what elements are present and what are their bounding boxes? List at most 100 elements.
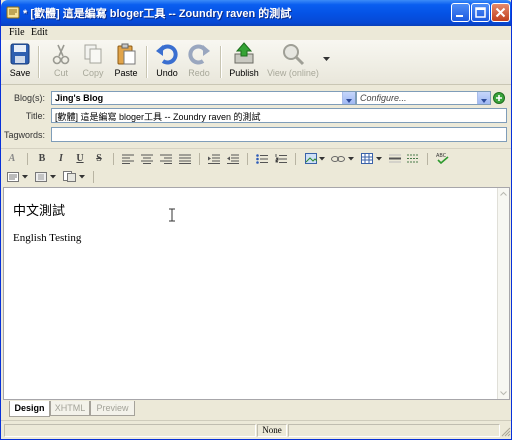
minimize-button[interactable] [451, 3, 470, 22]
save-label: Save [9, 68, 31, 78]
paste-label: Paste [114, 68, 138, 78]
configure-select-value: Configure... [360, 93, 407, 103]
align-center-icon[interactable] [141, 154, 153, 164]
editor-area[interactable]: 中文測試 English Testing [3, 187, 510, 400]
font-icon[interactable]: A [4, 152, 20, 166]
horizontal-rule-icon[interactable] [389, 154, 401, 163]
more-break-icon[interactable] [407, 154, 419, 163]
chevron-down-icon[interactable] [50, 175, 56, 179]
publish-button[interactable]: Publish [227, 42, 261, 82]
insert-link-icon[interactable] [331, 153, 345, 164]
undo-button[interactable]: Undo [150, 42, 184, 82]
insert-image-icon[interactable] [305, 153, 317, 164]
title-label: Title: [25, 111, 45, 121]
status-cell-main [4, 424, 256, 437]
chevron-down-icon[interactable] [348, 157, 354, 161]
blog-select[interactable]: Jing's Blog [51, 91, 356, 105]
format-divider [199, 153, 200, 165]
maximize-icon [475, 7, 486, 18]
paragraph-style-icon[interactable] [7, 172, 19, 182]
scroll-up-icon[interactable] [499, 189, 508, 199]
text-cursor-icon [169, 208, 175, 222]
insert-special-icon[interactable] [63, 171, 76, 182]
app-icon [6, 6, 20, 19]
block-format-icon[interactable] [35, 172, 47, 182]
window-title: * [歡體] 這是編寫 bloger工具 -- Zoundry raven 的測… [23, 8, 292, 20]
menu-edit[interactable]: Edit [31, 27, 48, 38]
format-divider [27, 153, 28, 165]
magnifier-icon [283, 44, 305, 66]
cut-label: Cut [53, 68, 68, 78]
chevron-down-icon[interactable] [22, 175, 28, 179]
status-cell-right [288, 424, 500, 437]
indent-icon[interactable] [227, 154, 239, 164]
chevron-down-icon[interactable] [477, 92, 490, 104]
title-bar[interactable]: * [歡體] 這是編寫 bloger工具 -- Zoundry raven 的測… [1, 0, 511, 26]
strikethrough-button[interactable]: S [91, 152, 107, 166]
outdent-icon[interactable] [208, 154, 220, 164]
numbered-list-icon[interactable] [275, 154, 287, 164]
chevron-down-icon[interactable] [342, 92, 355, 104]
tagwords-input[interactable] [51, 127, 507, 142]
paste-button[interactable]: Paste [109, 42, 143, 82]
tagwords-label: Tagwords: [3, 130, 45, 140]
redo-button[interactable]: Redo [182, 42, 216, 82]
chevron-down-icon[interactable] [323, 57, 330, 62]
format-divider [295, 153, 296, 165]
tab-preview[interactable]: Preview [90, 401, 135, 416]
view-online-label: View (online) [267, 68, 319, 78]
maximize-button[interactable] [471, 3, 490, 22]
bullet-list-icon[interactable] [256, 154, 268, 164]
view-tabs: Design XHTML Preview [1, 400, 511, 420]
resize-grip-icon[interactable] [500, 426, 511, 437]
save-button[interactable]: Save [3, 42, 37, 82]
format-divider [247, 153, 248, 165]
cut-button[interactable]: Cut [44, 42, 78, 82]
scissors-icon [52, 44, 70, 65]
format-divider [427, 153, 428, 165]
align-left-icon[interactable] [122, 154, 134, 164]
close-icon [495, 7, 506, 18]
format-divider [113, 153, 114, 165]
tab-design[interactable]: Design [9, 401, 50, 417]
insert-table-icon[interactable] [361, 153, 373, 164]
copy-button[interactable]: Copy [76, 42, 110, 82]
align-justify-icon[interactable] [179, 154, 191, 164]
editor-line-english[interactable]: English Testing [13, 232, 81, 244]
chevron-down-icon[interactable] [319, 157, 325, 161]
clipboard-icon [117, 43, 136, 65]
blog-select-value: Jing's Blog [55, 93, 104, 103]
toolbar-divider [220, 46, 222, 78]
save-icon [10, 43, 30, 65]
italic-button[interactable]: I [53, 152, 69, 166]
redo-label: Redo [188, 68, 210, 78]
tab-xhtml[interactable]: XHTML [50, 401, 90, 416]
menu-file[interactable]: File [9, 27, 25, 38]
publish-label: Publish [229, 68, 259, 78]
chevron-down-icon[interactable] [79, 175, 85, 179]
scroll-down-icon[interactable] [499, 388, 508, 398]
bold-button[interactable]: B [34, 152, 50, 166]
status-bar: None [1, 420, 511, 439]
toolbar-divider [146, 46, 148, 78]
main-toolbar: Save Cut Copy Paste Undo Redo Publish Vi… [1, 40, 511, 85]
toolbar-divider [38, 46, 40, 78]
editor-line-chinese[interactable]: 中文測試 [13, 200, 65, 219]
add-blog-icon[interactable] [493, 92, 505, 104]
vertical-scrollbar[interactable] [497, 188, 509, 399]
configure-select[interactable]: Configure... [356, 91, 491, 105]
app-window: * [歡體] 這是編寫 bloger工具 -- Zoundry raven 的測… [0, 0, 512, 440]
close-button[interactable] [491, 3, 510, 22]
copy-label: Copy [82, 68, 104, 78]
format-toolbar: A B I U S ABC [1, 148, 511, 187]
spellcheck-icon[interactable]: ABC [436, 152, 450, 164]
format-divider [93, 171, 94, 183]
view-online-button[interactable]: View (online) [267, 42, 319, 82]
undo-icon [156, 44, 178, 65]
title-input[interactable]: [歡體] 這是編寫 bloger工具 -- Zoundry raven 的測試 [51, 108, 507, 123]
underline-button[interactable]: U [72, 152, 88, 166]
menu-bar: File Edit [1, 26, 511, 40]
minimize-icon [456, 15, 463, 17]
align-right-icon[interactable] [160, 154, 172, 164]
chevron-down-icon[interactable] [376, 157, 382, 161]
